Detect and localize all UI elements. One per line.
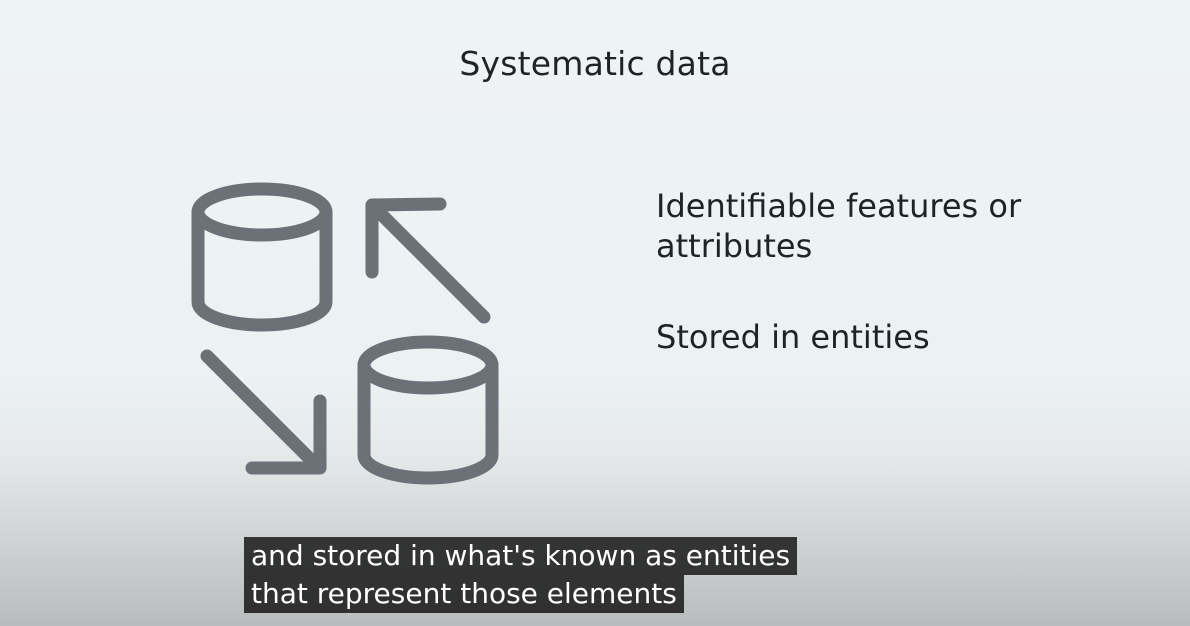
arrow-down-right-icon: [200, 349, 327, 475]
video-frame[interactable]: Systematic data Identifiable features or…: [0, 0, 1190, 626]
bullet-stored-in-entities: Stored in entities: [656, 318, 930, 356]
database-icon: [357, 335, 499, 485]
caption-line-1: and stored in what's known as entities: [244, 537, 798, 575]
caption-line-2: that represent those elements: [244, 575, 684, 613]
database-icon: [191, 182, 333, 332]
subtitle-captions: and stored in what's known as entities t…: [244, 537, 798, 613]
arrow-up-left-icon: [365, 197, 491, 324]
bullet-identifiable-features: Identifiable features or attributes: [656, 187, 1022, 265]
slide-illustration: [191, 182, 499, 485]
